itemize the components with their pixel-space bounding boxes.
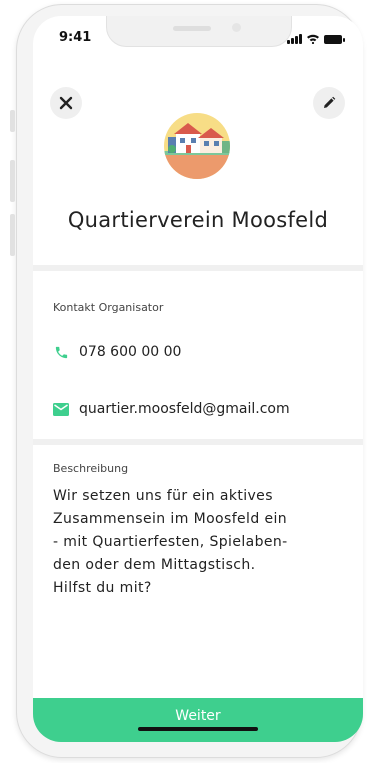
mail-icon (53, 401, 69, 417)
continue-button-label: Weiter (175, 708, 221, 724)
edit-button[interactable] (313, 87, 345, 119)
close-icon (59, 96, 73, 110)
email-row[interactable]: quartier.moosfeld@gmail.com (53, 401, 290, 417)
continue-button[interactable]: Weiter (33, 698, 363, 742)
side-button (10, 160, 15, 202)
phone-row[interactable]: 078 600 00 00 (53, 344, 181, 360)
signal-icon (287, 34, 302, 44)
camera (232, 23, 241, 32)
status-icons (287, 32, 345, 44)
description-line: - mit Quartierfesten, Spielaben- (53, 534, 288, 550)
description-line: Wir setzen uns für ein aktives (53, 488, 273, 504)
side-button (10, 110, 15, 132)
device-notch (106, 16, 292, 47)
close-button[interactable] (50, 87, 82, 119)
status-time: 9:41 (59, 30, 92, 45)
status-bar: 9:41 (33, 16, 363, 60)
contact-section-label: Kontakt Organisator (53, 301, 164, 314)
organization-title: Quartierverein Moosfeld (67, 208, 329, 232)
app-screen: 9:41 Quartierverein Moosfeld Kontakt Org… (33, 16, 363, 742)
phone-number: 078 600 00 00 (79, 344, 182, 360)
description-line: den oder dem Mittagstisch. (53, 557, 256, 573)
email-address: quartier.moosfeld@gmail.com (79, 401, 290, 417)
description-line: Hilfst du mit? (53, 580, 152, 596)
contact-section: Kontakt Organisator 078 600 00 00 quarti… (33, 271, 363, 439)
organization-logo (164, 113, 230, 179)
description-line: Zusammensein im Moosfeld ein (53, 511, 288, 527)
home-indicator[interactable] (138, 727, 258, 731)
pencil-icon (322, 96, 336, 110)
description-section: Beschreibung Wir setzen uns für ein akti… (33, 445, 363, 716)
side-button (10, 214, 15, 256)
phone-icon (53, 344, 69, 360)
speaker (173, 26, 211, 31)
battery-icon (324, 35, 345, 44)
description-section-label: Beschreibung (53, 462, 129, 475)
organization-header: Quartierverein Moosfeld (33, 60, 363, 265)
description-text: Wir setzen uns für ein aktives Zusammens… (53, 485, 353, 600)
wifi-icon (306, 33, 320, 44)
